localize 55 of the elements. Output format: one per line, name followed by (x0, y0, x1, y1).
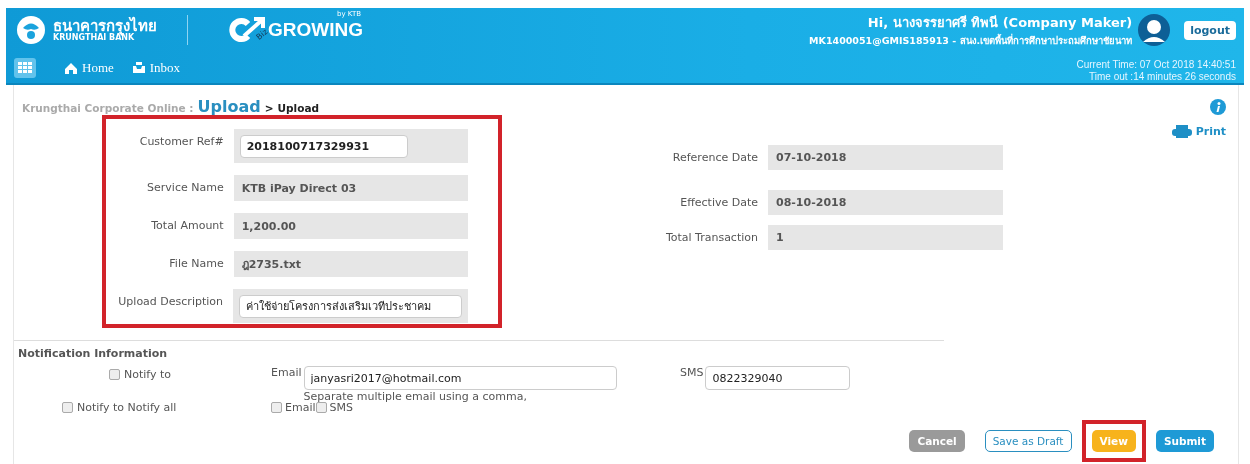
action-button[interactable]: Submit (1155, 430, 1214, 452)
readonly-value: 08-10-2018 (768, 190, 1003, 215)
breadcrumb-root: Krungthai Corporate Online : (22, 102, 194, 114)
text-field[interactable]: ค่าใช้จ่ายโครงการส่งเสริมเวทีประชาคม (239, 294, 462, 318)
field-label: Email (271, 366, 302, 381)
checkbox-label: Email (285, 401, 316, 414)
nav-link[interactable]: Home (64, 59, 114, 76)
checkbox[interactable] (315, 402, 327, 413)
action-button[interactable]: Save as Draft (984, 430, 1072, 452)
info-icon[interactable] (1210, 99, 1226, 115)
field-label: Upload Description (117, 294, 223, 308)
user-greeting: Hi, นางจรรยาศรี ทิพนี (Company Maker) (866, 14, 1133, 32)
email-field[interactable]: janyasri2017@hotmail.com (303, 366, 617, 390)
field-label: Customer Ref# (138, 134, 224, 148)
section-title: Notification Information (17, 347, 169, 360)
account-info: MK1400051@GMIS185913 - สนง.เขตพื้นที่การศึกษาประถมศึกษาชัยนาท (809, 33, 1133, 48)
breadcrumb-separator: > (264, 102, 274, 114)
field-label: Effective Date (679, 196, 758, 209)
logout-button[interactable]: logout (1184, 20, 1236, 40)
readonly-value: KTB iPay Direct 03 (233, 175, 468, 201)
apps-menu-button[interactable] (14, 57, 36, 78)
print-link[interactable]: Print (1171, 125, 1226, 138)
checkbox[interactable] (109, 369, 120, 380)
readonly-value: 1 (768, 225, 1003, 250)
checkbox[interactable] (271, 402, 282, 413)
avatar-icon (1138, 14, 1171, 46)
breadcrumb-link[interactable]: Upload (197, 97, 261, 116)
action-button[interactable]: Cancel (909, 430, 965, 452)
grid-icon (18, 62, 32, 73)
readonly-value: 1,200.00 (233, 213, 468, 239)
nav-link[interactable]: Inbox (131, 59, 181, 76)
current-time: Current Time: 07 Oct 2018 14:40:51 (1076, 58, 1236, 71)
field-label: Total Transaction (664, 231, 758, 244)
sms-field[interactable]: 0822329040 (705, 366, 851, 390)
field-label: SMS (680, 366, 704, 381)
field-label: Total Amount (150, 218, 224, 232)
readonly-value: ฎ2735.txt (233, 251, 468, 277)
text-field[interactable]: 2018100717329931 (239, 134, 408, 158)
checkbox-label: SMS (329, 401, 353, 414)
logo-name: GROWING (268, 19, 363, 41)
printer-icon (1171, 125, 1192, 138)
checkbox-label: Notify to (124, 368, 172, 381)
home-icon (64, 60, 78, 75)
checkbox-label: Notify to Notify all (77, 401, 177, 414)
readonly-value: 07-10-2018 (768, 145, 1003, 170)
field-hint: Separate multiple email using a comma, (303, 390, 528, 403)
tray-icon (131, 60, 146, 75)
bank-emblem-icon (14, 14, 48, 46)
field-label: Service Name (146, 180, 224, 194)
field-label: File Name (168, 256, 224, 270)
action-button[interactable]: View (1091, 430, 1136, 452)
breadcrumb-current: Upload (277, 102, 319, 114)
session-timeout: Time out :14 minutes 26 seconds (1088, 70, 1236, 83)
checkbox[interactable] (62, 402, 73, 413)
field-label: Reference Date (671, 151, 758, 164)
